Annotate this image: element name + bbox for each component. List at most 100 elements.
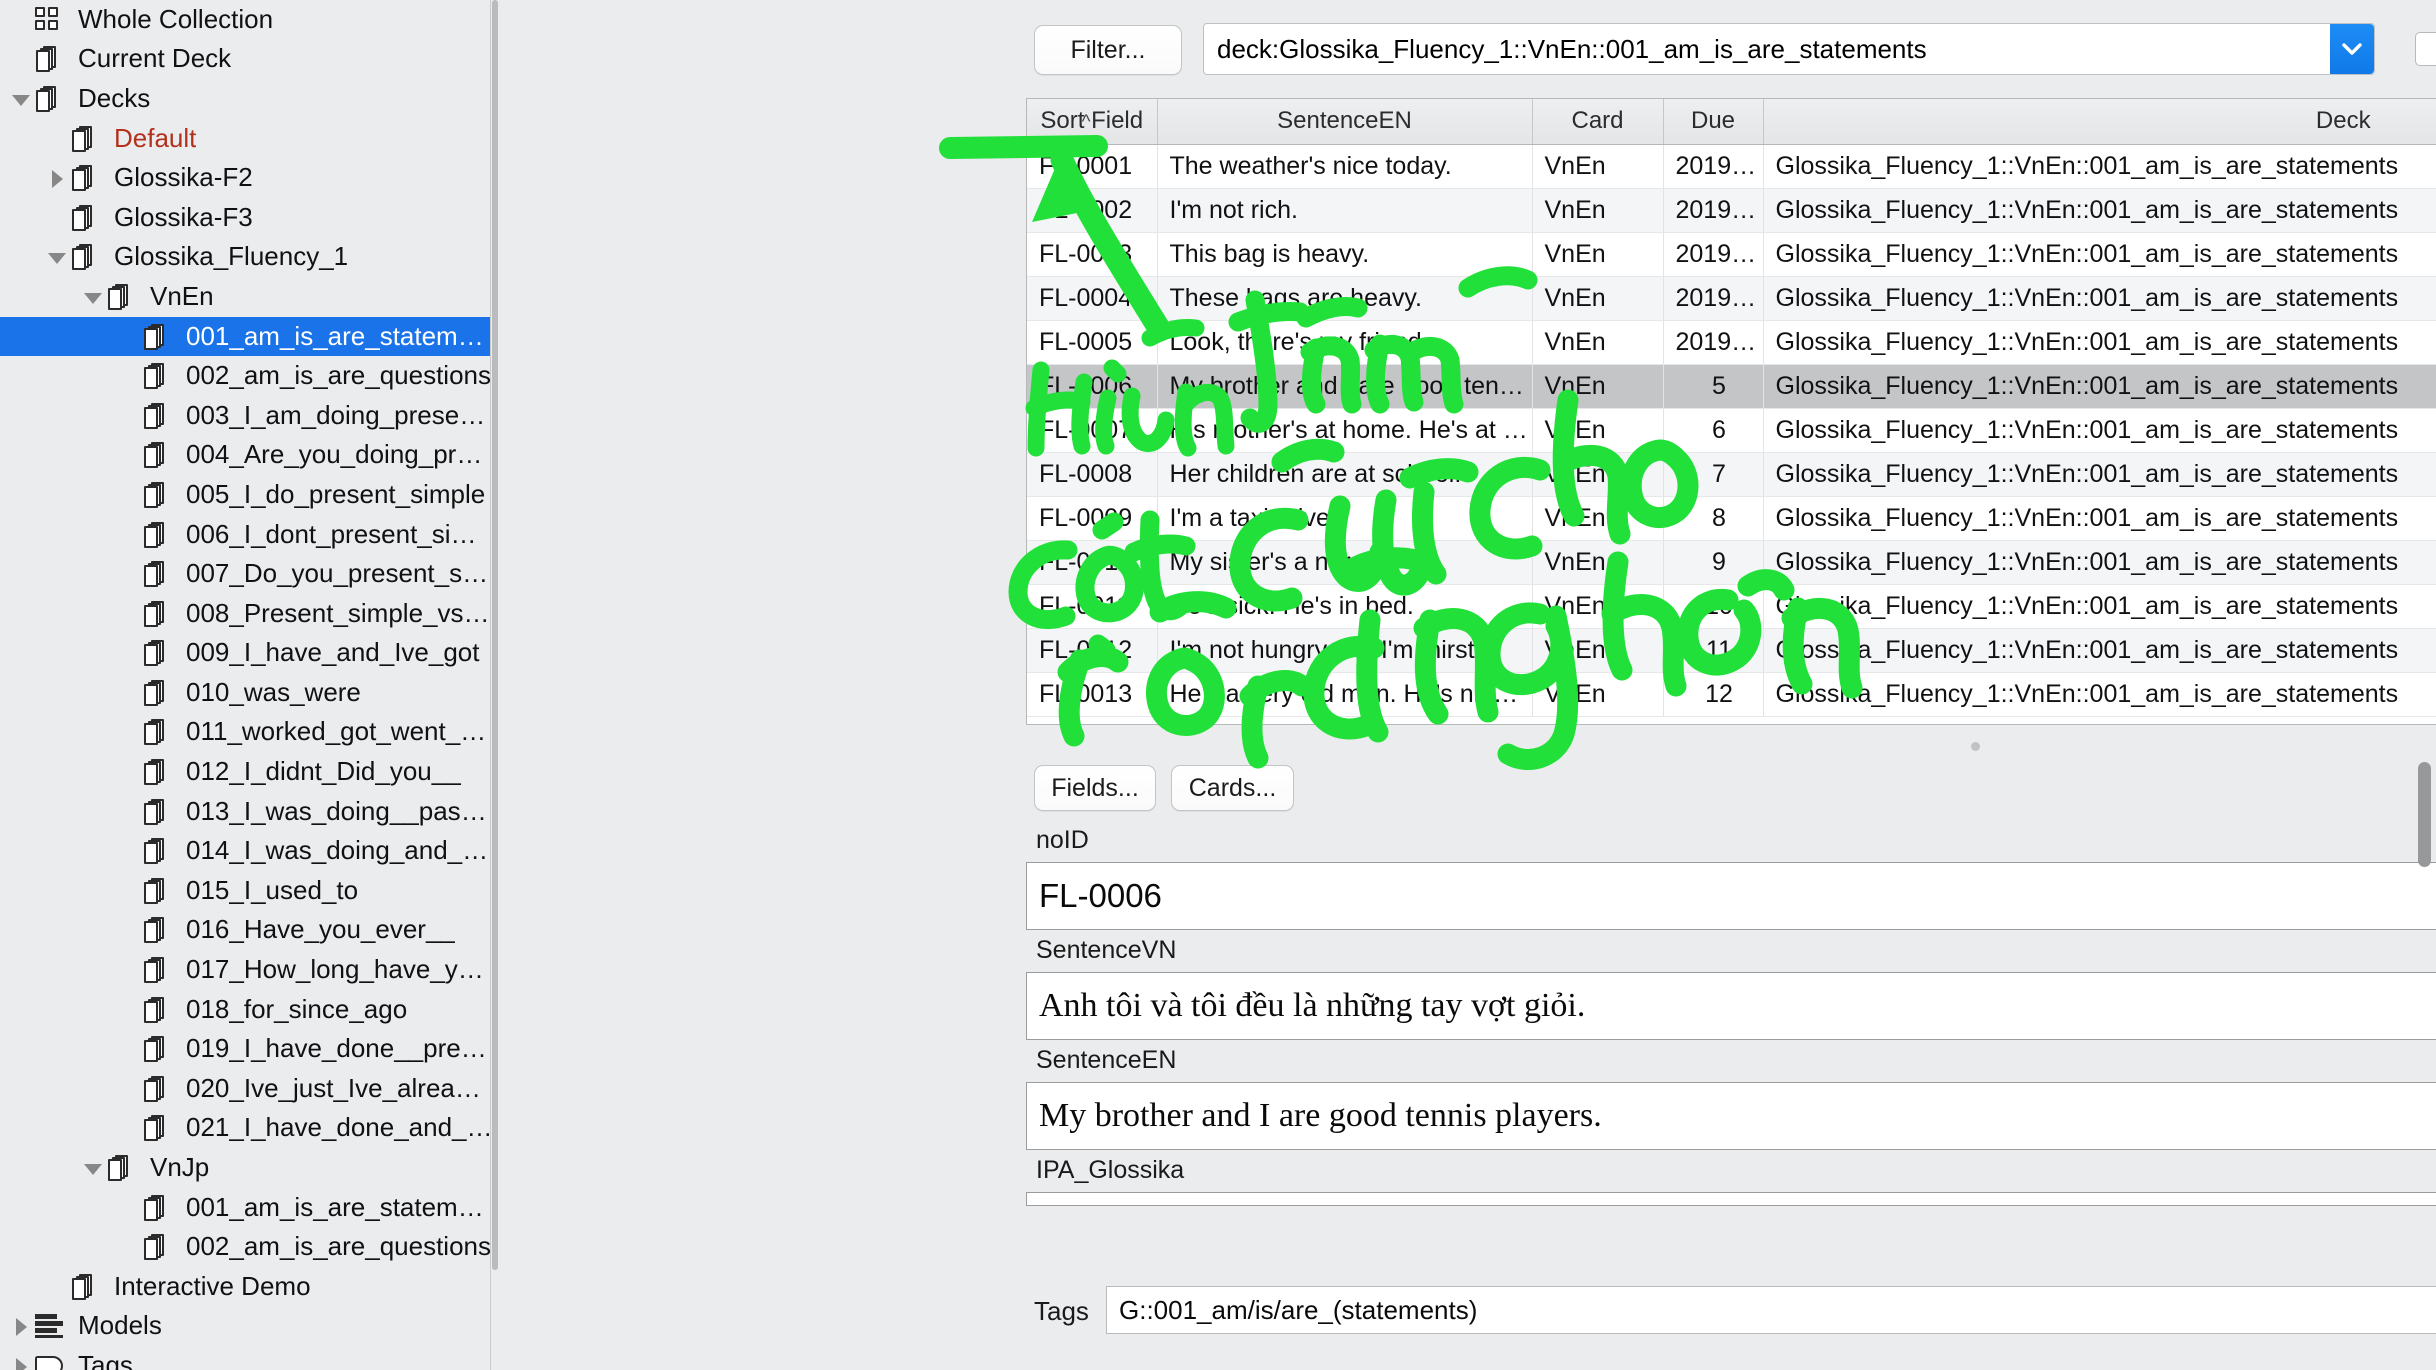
sidebar-item-label: Glossika-F3 — [114, 204, 253, 232]
sidebar-item-whole-collection[interactable]: Whole Collection — [0, 0, 499, 40]
column-header-sentence-en[interactable]: SentenceEN — [1157, 99, 1532, 144]
chevron-down-icon[interactable] — [8, 86, 34, 112]
field-label-sentenceen: SentenceEN — [1026, 1040, 2436, 1082]
table-row[interactable]: FL-0009I'm a taxi driver.VnEn8Glossika_F… — [1027, 496, 2436, 540]
sidebar-item-017-how-long-have-you[interactable]: 017_How_long_have_you__ — [0, 950, 499, 990]
table-row[interactable]: FL-0003This bag is heavy.VnEn2019-12-27G… — [1027, 232, 2436, 276]
sidebar-item-vnjp[interactable]: VnJp — [0, 1148, 499, 1188]
search-history-dropdown-icon[interactable] — [2330, 24, 2374, 74]
field-input-sentencevn[interactable]: Anh tôi và tôi đều là những tay vợt giỏi… — [1026, 972, 2436, 1040]
deck-icon — [142, 1232, 176, 1262]
deck-sidebar[interactable]: Whole CollectionCurrent DeckDecksDefault… — [0, 0, 499, 1370]
sidebar-item-001-am-is-are-statements[interactable]: 001_am_is_are_statements — [0, 317, 499, 357]
sidebar-item-015-i-used-to[interactable]: 015_I_used_to — [0, 871, 499, 911]
sidebar-item-vnen[interactable]: VnEn — [0, 277, 499, 317]
sidebar-item-decks[interactable]: Decks — [0, 79, 499, 119]
note-editor[interactable]: noIDFL-0006SentenceVNAnh tôi và tôi đều … — [1026, 820, 2436, 1270]
tags-input[interactable]: G::001_am/is/are_(statements) — [1106, 1286, 2436, 1334]
filter-button[interactable]: Filter... — [1034, 25, 1182, 75]
sidebar-item-010-was-were[interactable]: 010_was_were — [0, 673, 499, 713]
horizontal-splitter[interactable] — [1026, 736, 2436, 756]
cell-sort-field: FL-0004 — [1027, 276, 1157, 320]
column-header-deck[interactable]: Deck — [1763, 99, 2436, 144]
deck-tree[interactable]: Whole CollectionCurrent DeckDecksDefault… — [0, 0, 499, 1370]
search-input[interactable]: deck:Glossika_Fluency_1::VnEn::001_am_is… — [1203, 23, 2375, 75]
sidebar-item-interactive-demo[interactable]: Interactive Demo — [0, 1267, 499, 1307]
chevron-down-icon[interactable] — [80, 1155, 106, 1181]
cell-due: 2019-12-27 — [1663, 320, 1763, 364]
sidebar-item-glossika-f2[interactable]: Glossika-F2 — [0, 158, 499, 198]
table-row[interactable]: FL-0002I'm not rich.VnEn2019-12-27Glossi… — [1027, 188, 2436, 232]
chevron-right-icon[interactable] — [8, 1353, 34, 1370]
sidebar-item-020-ive-just-ive-already[interactable]: 020_Ive_just_Ive_already_... — [0, 1069, 499, 1109]
deck-icon — [34, 84, 68, 114]
sidebar-scrollbar-thumb[interactable] — [492, 0, 498, 1270]
table-row[interactable]: FL-0011He's sick. He's in bed.VnEn10Glos… — [1027, 584, 2436, 628]
tree-spacer — [116, 719, 142, 745]
fields-button-label: Fields... — [1051, 774, 1139, 803]
chevron-down-icon[interactable] — [80, 284, 106, 310]
table-row[interactable]: FL-0008Her children are at school.VnEn7G… — [1027, 452, 2436, 496]
editor-scrollbar-thumb[interactable] — [2418, 762, 2431, 867]
sidebar-item-002-am-is-are-questions[interactable]: 002_am_is_are_questions — [0, 356, 499, 396]
sidebar-item-012-i-didnt-did-you[interactable]: 012_I_didnt_Did_you__ — [0, 752, 499, 792]
sidebar-item-glossika-f3[interactable]: Glossika-F3 — [0, 198, 499, 238]
chevron-right-icon[interactable] — [44, 165, 70, 191]
sidebar-item-003-i-am-doing-present[interactable]: 003_I_am_doing_present_... — [0, 396, 499, 436]
cell-deck: Glossika_Fluency_1::VnEn::001_am_is_are_… — [1763, 452, 2436, 496]
sidebar-item-label: VnEn — [150, 283, 214, 311]
sidebar-item-tags[interactable]: Tags — [0, 1346, 499, 1370]
chevron-down-icon[interactable] — [44, 244, 70, 270]
sidebar-item-021-i-have-done-and-i-did[interactable]: 021_I_have_done_and_I_did — [0, 1109, 499, 1149]
chevron-right-icon[interactable] — [8, 1313, 34, 1339]
cards-button[interactable]: Cards... — [1171, 765, 1294, 811]
sidebar-item-014-i-was-doing-and-i-did[interactable]: 014_I_was_doing_and_I_did — [0, 831, 499, 871]
sidebar-item-007-do-you-present-sim[interactable]: 007_Do_you_present_sim... — [0, 554, 499, 594]
column-header-sort-field[interactable]: Sort Field ^ — [1027, 99, 1157, 144]
sidebar-item-models[interactable]: Models — [0, 1307, 499, 1347]
tree-spacer — [116, 601, 142, 627]
sidebar-item-label: 016_Have_you_ever__ — [186, 916, 455, 944]
field-input-ipa_glossika[interactable] — [1026, 1192, 2436, 1206]
field-input-sentenceen[interactable]: My brother and I are good tennis players… — [1026, 1082, 2436, 1150]
sidebar-item-019-i-have-done-presen[interactable]: 019_I_have_done__presen... — [0, 1029, 499, 1069]
table-row[interactable]: FL-0006My brother and I are good tennis … — [1027, 364, 2436, 408]
browser-main-pane: Filter... deck:Glossika_Fluency_1::VnEn:… — [499, 0, 2436, 1370]
table-row[interactable]: FL-0005Look, there's my friend.VnEn2019-… — [1027, 320, 2436, 364]
sidebar-item-default[interactable]: Default — [0, 119, 499, 159]
sidebar-item-013-i-was-doing-past-c[interactable]: 013_I_was_doing__past_c... — [0, 792, 499, 832]
ignore-accents-checkbox[interactable] — [2415, 32, 2436, 66]
sidebar-item-current-deck[interactable]: Current Deck — [0, 40, 499, 80]
deck-icon — [142, 361, 176, 391]
cell-due: 10 — [1663, 584, 1763, 628]
sidebar-item-glossika-fluency-1[interactable]: Glossika_Fluency_1 — [0, 238, 499, 278]
sidebar-item-016-have-you-ever[interactable]: 016_Have_you_ever__ — [0, 911, 499, 951]
cell-due: 7 — [1663, 452, 1763, 496]
editor-scrollbar[interactable] — [2414, 762, 2434, 867]
table-row[interactable]: FL-0004These bags are heavy.VnEn2019-12-… — [1027, 276, 2436, 320]
table-row[interactable]: FL-0012I'm not hungry, but I'm thirsty.V… — [1027, 628, 2436, 672]
sidebar-item-011-worked-got-went-p[interactable]: 011_worked_got_went__p... — [0, 713, 499, 753]
sidebar-item-018-for-since-ago[interactable]: 018_for_since_ago — [0, 990, 499, 1030]
sidebar-item-009-i-have-and-ive-got[interactable]: 009_I_have_and_Ive_got — [0, 634, 499, 674]
cell-due: 6 — [1663, 408, 1763, 452]
table-row[interactable]: FL-0007His mother's at home. He's at sch… — [1027, 408, 2436, 452]
table-row[interactable]: FL-0001The weather's nice today.VnEn2019… — [1027, 144, 2436, 188]
sidebar-item-008-present-simple-vs-p[interactable]: 008_Present_simple_vs_p... — [0, 594, 499, 634]
table-row[interactable]: FL-0013He's a very old man. He's ninety-… — [1027, 672, 2436, 716]
field-input-noid[interactable]: FL-0006 — [1026, 862, 2436, 930]
tree-spacer — [116, 917, 142, 943]
deck-icon — [142, 1193, 176, 1223]
cell-card: VnEn — [1532, 496, 1663, 540]
sidebar-item-002-am-is-are-questions[interactable]: 002_am_is_are_questions — [0, 1227, 499, 1267]
sidebar-item-005-i-do-present-simple[interactable]: 005_I_do_present_simple — [0, 475, 499, 515]
column-header-card[interactable]: Card — [1532, 99, 1663, 144]
sidebar-scrollbar[interactable] — [491, 0, 499, 1370]
sidebar-item-006-i-dont-present-simp[interactable]: 006_I_dont_present_simp... — [0, 515, 499, 555]
table-row[interactable]: FL-0010My sister's a nurse.VnEn9Glossika… — [1027, 540, 2436, 584]
fields-button[interactable]: Fields... — [1034, 765, 1156, 811]
card-list-table[interactable]: Sort Field ^ SentenceEN Card Due — [1026, 98, 2436, 725]
sidebar-item-001-am-is-are-statements[interactable]: 001_am_is_are_statements — [0, 1188, 499, 1228]
column-header-due[interactable]: Due — [1663, 99, 1763, 144]
sidebar-item-004-are-you-doing-pres[interactable]: 004_Are_you_doing_pres... — [0, 436, 499, 476]
